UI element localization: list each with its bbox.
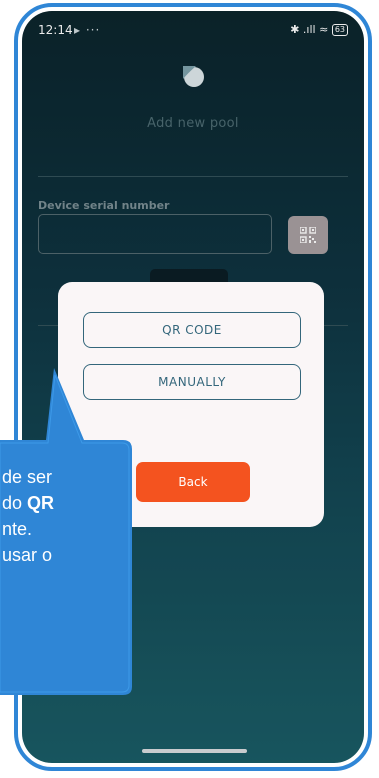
callout-line-2: do QR bbox=[2, 493, 55, 513]
callout-line-4: usar o bbox=[2, 545, 53, 565]
qr-code-button[interactable]: QR CODE bbox=[83, 312, 301, 348]
callout-line-3: nte. bbox=[2, 519, 33, 539]
callout-line-1: de ser bbox=[2, 467, 53, 487]
callout-text: de ser do QR nte. usar o bbox=[2, 464, 162, 568]
speech-bubble-callout: de ser do QR nte. usar o bbox=[0, 367, 136, 697]
